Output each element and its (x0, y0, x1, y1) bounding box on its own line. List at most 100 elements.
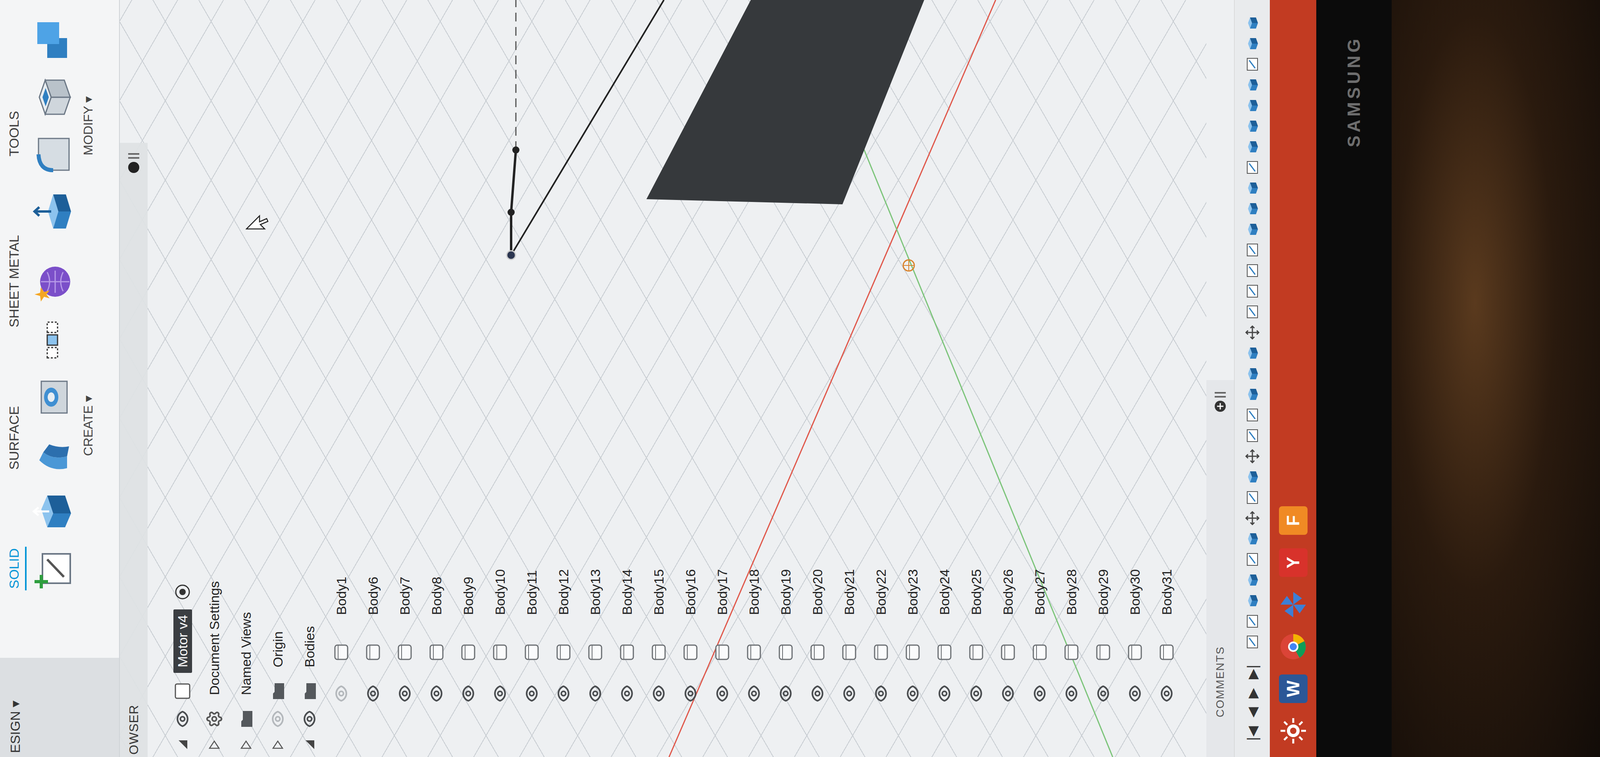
extrude-feature-icon[interactable] (1244, 365, 1261, 382)
tree-node[interactable]: Named Views (230, 142, 262, 757)
group-menu[interactable]: CREATE ▾ (80, 395, 96, 456)
body-label[interactable]: Body9 (459, 571, 478, 621)
body-row[interactable]: Body27 (1023, 142, 1056, 757)
workspace-button[interactable]: ESIGN ▾ (0, 657, 120, 757)
eye-icon[interactable] (935, 684, 954, 703)
eye-icon[interactable] (459, 684, 477, 703)
playback-button[interactable]: ▶ (1244, 688, 1261, 699)
extrude-feature-icon[interactable] (1244, 345, 1261, 362)
fillet-icon[interactable] (31, 132, 75, 177)
ribbon-tab[interactable]: SHEET METAL (3, 233, 27, 329)
body-label[interactable]: Body26 (998, 563, 1018, 621)
body-row[interactable]: Body7 (388, 142, 421, 757)
body-label[interactable]: Body31 (1157, 563, 1177, 621)
eye-icon[interactable] (173, 710, 192, 728)
hidden-eye-icon[interactable] (332, 684, 350, 703)
yahoo-taskbar-button[interactable]: Y (1278, 548, 1308, 577)
collapse-panel-icon[interactable] (125, 150, 142, 175)
move-feature-icon[interactable] (1244, 448, 1261, 465)
hole-icon[interactable] (31, 375, 75, 420)
hidden-eye-icon[interactable] (269, 710, 287, 728)
body-row[interactable]: Body14 (611, 142, 643, 757)
body-row[interactable]: Body31 (1150, 142, 1183, 757)
create-sketch-icon[interactable] (31, 546, 75, 591)
body-label[interactable]: Body17 (713, 563, 732, 621)
body-label[interactable]: Body6 (363, 571, 383, 621)
combine-icon[interactable] (31, 18, 75, 62)
sketch-feature-icon[interactable] (1244, 407, 1261, 424)
eye-icon[interactable] (713, 684, 731, 703)
eye-icon[interactable] (300, 710, 319, 728)
move-feature-icon[interactable] (1244, 510, 1261, 527)
tree-label[interactable]: Motor v4 (173, 609, 193, 674)
extrude-feature-icon[interactable] (1244, 200, 1261, 217)
body-label[interactable]: Body21 (840, 563, 859, 621)
body-row[interactable]: Body10 (484, 142, 516, 757)
body-row[interactable]: Body11 (515, 142, 548, 757)
sketch-feature-icon[interactable] (1244, 56, 1261, 73)
eye-icon[interactable] (745, 684, 763, 703)
body-label[interactable]: Body29 (1094, 563, 1113, 621)
pinwheel-app-icon[interactable] (1278, 590, 1308, 620)
body-label[interactable]: Body14 (617, 563, 637, 621)
ribbon-tab[interactable]: SURFACE (3, 404, 27, 472)
eye-icon[interactable] (840, 684, 858, 703)
body-label[interactable]: Body27 (1030, 563, 1050, 621)
body-label[interactable]: Body16 (681, 563, 700, 621)
eye-icon[interactable] (364, 684, 382, 703)
extrude-feature-icon[interactable] (1244, 76, 1261, 93)
eye-icon[interactable] (903, 684, 922, 703)
body-row[interactable]: Body29 (1087, 142, 1120, 757)
tree-label[interactable]: Origin (268, 625, 288, 674)
tree-label[interactable]: Document Settings (205, 575, 224, 701)
eye-icon[interactable] (1094, 684, 1112, 703)
eye-icon[interactable] (808, 684, 827, 703)
viewport[interactable]: OWSERMotor v4Document SettingsNamed View… (119, 0, 1207, 757)
start-icon[interactable] (1278, 716, 1308, 746)
playback-button[interactable]: ▶| (1244, 664, 1261, 680)
form-icon[interactable] (31, 261, 75, 305)
sketch-feature-icon[interactable] (1244, 303, 1261, 320)
body-label[interactable]: Body20 (808, 563, 827, 621)
eye-icon[interactable] (967, 684, 985, 703)
body-row[interactable]: Body23 (896, 142, 929, 757)
extrude-feature-icon[interactable] (1244, 15, 1261, 31)
body-label[interactable]: Body30 (1125, 563, 1145, 621)
extrude-icon[interactable] (31, 489, 75, 534)
body-label[interactable]: Body1 (332, 571, 351, 621)
browser-app-icon[interactable] (1278, 632, 1308, 662)
sketch-feature-icon[interactable] (1244, 159, 1261, 176)
body-row[interactable]: Body16 (674, 142, 707, 757)
body-label[interactable]: Body25 (967, 563, 986, 621)
revolve-icon[interactable] (31, 432, 75, 477)
tree-label[interactable]: Bodies (300, 620, 320, 674)
sketch-feature-icon[interactable] (1244, 551, 1261, 568)
extrude-feature-icon[interactable] (1244, 97, 1261, 114)
extrude-feature-icon[interactable] (1244, 530, 1261, 547)
eye-icon[interactable] (681, 684, 700, 703)
eye-icon[interactable] (1030, 684, 1049, 703)
expanded-arrow-icon[interactable] (176, 738, 189, 752)
collapsed-arrow-icon[interactable] (207, 738, 221, 752)
body-row[interactable]: Body21 (833, 142, 866, 757)
body-row[interactable]: Body17 (706, 142, 739, 757)
ribbon-tab[interactable]: TOOLS (3, 109, 27, 159)
body-row[interactable]: Body26 (992, 142, 1024, 757)
sketch-feature-icon[interactable] (1244, 489, 1261, 506)
playback-button[interactable]: |◀ (1244, 726, 1261, 742)
body-label[interactable]: Body10 (490, 563, 510, 621)
body-row[interactable]: Body8 (420, 142, 453, 757)
body-row[interactable]: Body28 (1055, 142, 1088, 757)
sketch-feature-icon[interactable] (1244, 262, 1261, 279)
sketch-feature-icon[interactable] (1244, 613, 1261, 630)
body-row[interactable]: Body30 (1119, 142, 1151, 757)
sketch-feature-icon[interactable] (1244, 242, 1261, 258)
body-row[interactable]: Body15 (642, 142, 675, 757)
press-pull-icon[interactable] (31, 189, 75, 234)
pattern-icon[interactable] (31, 318, 75, 362)
body-label[interactable]: Body28 (1062, 563, 1081, 621)
eye-icon[interactable] (1157, 684, 1176, 703)
group-menu[interactable]: MODIFY ▾ (80, 96, 96, 156)
move-feature-icon[interactable] (1244, 324, 1261, 341)
eye-icon[interactable] (776, 684, 795, 703)
